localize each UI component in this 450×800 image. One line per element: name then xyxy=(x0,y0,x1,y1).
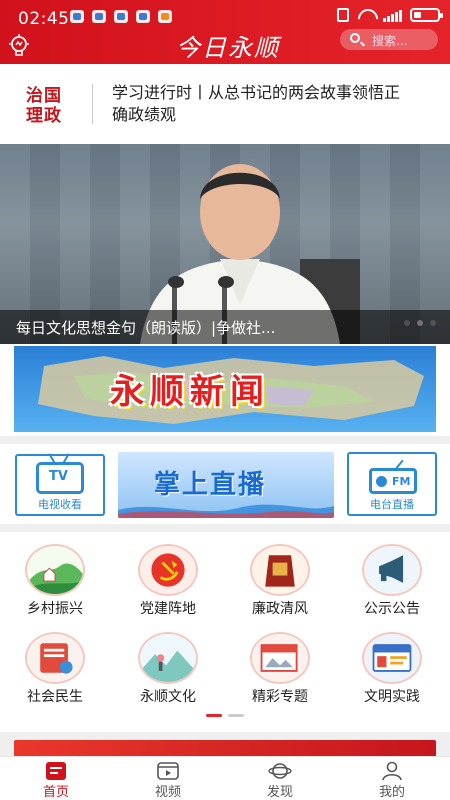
tv-label: 电视收看 xyxy=(38,498,82,511)
wave-graphic xyxy=(118,504,334,518)
radio-icon: FM xyxy=(369,468,417,494)
category-party[interactable]: 党建阵地 xyxy=(118,536,218,617)
news-banner[interactable]: 永顺新闻 xyxy=(14,346,436,432)
category-label: 党建阵地 xyxy=(140,601,196,617)
category-grid: 乡村振兴 党建阵地 廉政清风 公示公告 社会民生 永顺文化 精彩专题 文明实践 xyxy=(0,532,450,732)
category-label: 永顺文化 xyxy=(140,689,196,705)
banner-caption: 每日文化思想金句（朗读版）|争做社... xyxy=(16,319,276,337)
tv-icon-text: TV xyxy=(49,469,68,484)
culture-icon xyxy=(138,632,198,684)
category-integrity[interactable]: 廉政清风 xyxy=(230,536,330,617)
tab-home[interactable]: 首页 xyxy=(0,757,112,800)
page-dot-active xyxy=(206,714,222,717)
status-time: 02:45 xyxy=(18,9,70,29)
headline-text: 学习进行时丨从总书记的两会故事领悟正确政绩观 xyxy=(112,83,401,124)
tab-video[interactable]: 视频 xyxy=(112,757,224,800)
category-culture[interactable]: 永顺文化 xyxy=(118,624,218,705)
radio-live-button[interactable]: FM 电台直播 xyxy=(347,452,437,516)
radio-icon-text: FM xyxy=(392,475,411,488)
tab-discover[interactable]: 发现 xyxy=(224,757,336,800)
vibrate-icon xyxy=(337,8,349,22)
category-village[interactable]: 乡村振兴 xyxy=(5,536,105,617)
banner-caption-bar: 每日文化思想金句（朗读版）|争做社... xyxy=(0,310,450,344)
news-banner-title: 永顺新闻 xyxy=(110,372,270,412)
category-label: 文明实践 xyxy=(364,689,420,705)
tab-profile[interactable]: 我的 xyxy=(336,757,448,800)
category-label: 精彩专题 xyxy=(252,689,308,705)
news-banner-section: 永顺新闻 xyxy=(0,344,450,436)
special-topic-icon xyxy=(250,632,310,684)
search-icon xyxy=(350,33,360,43)
civilization-icon xyxy=(362,632,422,684)
megaphone-icon xyxy=(362,544,422,596)
app-logo: 今日永顺 xyxy=(176,34,280,62)
tab-label: 首页 xyxy=(42,785,69,800)
headline-tag: 治国理政 xyxy=(26,86,62,126)
page-dot xyxy=(228,714,244,717)
live-stream-button[interactable]: 掌上直播 xyxy=(118,452,334,518)
battery-icon xyxy=(410,8,443,22)
tab-label: 视频 xyxy=(154,785,181,800)
tab-label: 我的 xyxy=(378,785,405,800)
grid-page-indicator xyxy=(206,714,244,717)
radio-label: 电台直播 xyxy=(370,498,414,511)
livelihood-icon xyxy=(25,632,85,684)
home-icon xyxy=(46,762,66,780)
status-icons xyxy=(337,8,443,22)
wifi-icon xyxy=(357,9,375,22)
category-announcement[interactable]: 公示公告 xyxy=(342,536,442,617)
notification-icon xyxy=(114,10,128,23)
banner-carousel[interactable]: 每日文化思想金句（朗读版）|争做社... xyxy=(0,144,450,344)
lightbulb-icon[interactable] xyxy=(8,34,30,58)
category-label: 社会民生 xyxy=(27,689,83,705)
discover-icon xyxy=(268,763,292,779)
content-card-top xyxy=(14,740,436,756)
media-row: TV 电视收看 掌上直播 FM 电台直播 xyxy=(0,444,450,524)
category-label: 公示公告 xyxy=(364,601,420,617)
divider xyxy=(92,84,93,124)
profile-icon xyxy=(382,761,402,781)
app-header: 02:45 今日永顺 搜索... xyxy=(0,0,450,64)
headline-card[interactable]: 治国理政 学习进行时丨从总书记的两会故事领悟正确政绩观 xyxy=(0,64,450,144)
category-livelihood[interactable]: 社会民生 xyxy=(5,624,105,705)
status-bar: 02:45 xyxy=(0,0,450,29)
tv-icon: TV xyxy=(36,462,84,494)
tab-label: 发现 xyxy=(266,785,293,800)
bottom-tab-bar: 首页 视频 发现 我的 xyxy=(0,756,450,800)
live-title: 掌上直播 xyxy=(154,470,267,500)
category-label: 乡村振兴 xyxy=(27,601,83,617)
search-placeholder: 搜索... xyxy=(372,34,408,48)
app-screen: 02:45 今日永顺 搜索... 治国理政 学习进行时丨从总书记的两会故事领悟正… xyxy=(0,0,450,800)
party-emblem-icon xyxy=(138,544,198,596)
video-icon xyxy=(157,762,179,780)
tv-watch-button[interactable]: TV 电视收看 xyxy=(15,454,105,516)
search-box[interactable]: 搜索... xyxy=(340,29,438,50)
notification-icon xyxy=(136,10,150,23)
notification-icon xyxy=(158,10,172,23)
village-icon xyxy=(25,544,85,596)
notification-icon xyxy=(92,10,106,23)
integrity-icon xyxy=(250,544,310,596)
category-special-topic[interactable]: 精彩专题 xyxy=(230,624,330,705)
category-civilization[interactable]: 文明实践 xyxy=(342,624,442,705)
category-label: 廉政清风 xyxy=(252,601,308,617)
signal-icon xyxy=(383,9,402,22)
notification-icon xyxy=(70,10,84,23)
